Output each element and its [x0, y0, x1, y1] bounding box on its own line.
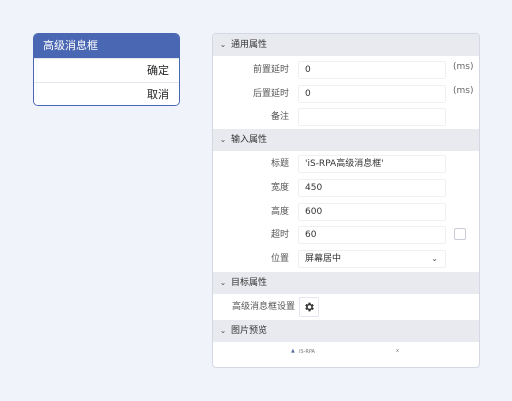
note-row: 备注 [213, 105, 479, 129]
pre-delay-label: 前置延时 [252, 65, 289, 75]
note-label: 备注 [270, 112, 289, 122]
msgbox-settings-row: 高级消息框设置 [213, 295, 479, 319]
width-row: 宽度 450 [213, 176, 479, 200]
chevron-down-icon: ⌄ [219, 278, 227, 287]
post-delay-row: 后置延时 0 (ms) [213, 82, 479, 106]
chevron-down-icon: ⌄ [431, 254, 438, 263]
activity-confirm-button[interactable]: 确定 [34, 58, 179, 82]
timeout-label: 超时 [270, 230, 289, 240]
timeout-row: 超时 60 [213, 223, 479, 247]
msgbox-settings-label: 高级消息框设置 [231, 302, 295, 312]
pre-delay-unit: (ms) [453, 62, 474, 72]
activity-title: 高级消息框 [34, 34, 179, 58]
position-label: 位置 [270, 254, 289, 264]
title-row: 标题 'iS-RPA高级消息框' [213, 152, 479, 176]
gear-icon[interactable] [299, 297, 319, 317]
timeout-input[interactable]: 60 [298, 226, 446, 244]
activity-cancel-button[interactable]: 取消 [34, 82, 179, 105]
gear-icon-svg [305, 302, 314, 312]
title-label: 标题 [270, 159, 289, 169]
height-label: 高度 [270, 207, 289, 217]
section-general-title: 通用属性 [231, 40, 268, 50]
chevron-down-icon: ⌄ [219, 326, 227, 335]
section-preview-header[interactable]: ⌄ 图片预览 [213, 320, 479, 342]
chevron-down-icon: ⌄ [219, 40, 227, 49]
preview-caption: iS-RPA [299, 349, 315, 355]
position-select[interactable]: 屏幕居中 ⌄ [298, 250, 446, 268]
height-input[interactable]: 600 [298, 203, 446, 221]
note-input[interactable] [298, 108, 446, 126]
section-input-header[interactable]: ⌄ 输入属性 [213, 129, 479, 151]
pre-delay-row: 前置延时 0 (ms) [213, 58, 479, 82]
section-preview-title: 图片预览 [231, 326, 268, 336]
post-delay-input[interactable]: 0 [298, 85, 446, 103]
activity-card[interactable]: 高级消息框 确定 取消 [33, 33, 180, 106]
preview-close-icon: x [396, 348, 399, 354]
timeout-checkbox[interactable] [454, 228, 466, 240]
section-target-title: 目标属性 [231, 278, 268, 288]
width-input[interactable]: 450 [298, 179, 446, 197]
post-delay-label: 后置延时 [252, 89, 289, 99]
section-general-header[interactable]: ⌄ 通用属性 [213, 34, 479, 56]
preview-logo-icon: ▲ [291, 348, 295, 354]
width-label: 宽度 [270, 183, 289, 193]
image-preview: ▲ iS-RPA x [213, 343, 479, 367]
chevron-down-icon: ⌄ [219, 135, 227, 144]
position-value: 屏幕居中 [305, 254, 342, 264]
title-input[interactable]: 'iS-RPA高级消息框' [298, 155, 446, 173]
property-panel: ⌄ 通用属性 前置延时 0 (ms) 后置延时 0 (ms) 备注 ⌄ 输入属性… [212, 33, 480, 368]
pre-delay-input[interactable]: 0 [298, 61, 446, 79]
height-row: 高度 600 [213, 200, 479, 224]
post-delay-unit: (ms) [453, 86, 474, 96]
position-row: 位置 屏幕居中 ⌄ [213, 247, 479, 271]
section-input-title: 输入属性 [231, 135, 268, 145]
section-target-header[interactable]: ⌄ 目标属性 [213, 272, 479, 294]
